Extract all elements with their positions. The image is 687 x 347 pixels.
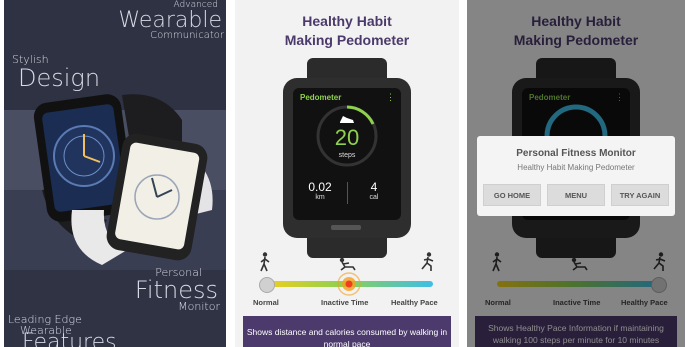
promo-text-features: Features (22, 330, 117, 347)
promo-text-monitor: Monitor (178, 300, 220, 313)
steps-value: 20 (334, 125, 360, 150)
dialog-buttons: GO HOME MENU TRY AGAIN (483, 184, 669, 206)
dialog-title: Personal Fitness Monitor (516, 148, 636, 159)
promo-panel: Advanced Wearable Communicator Stylish D… (4, 0, 226, 347)
running-person-icon (421, 252, 434, 271)
promo-text-communicator: Communicator (150, 30, 224, 41)
fitness-monitor-dialog: Personal Fitness Monitor Healthy Habit M… (477, 136, 675, 216)
description-box: Shows distance and calories consumed by … (243, 316, 451, 347)
dialog-subtitle: Healthy Habit Making Pedometer (517, 163, 635, 172)
steps-label: steps (338, 152, 356, 159)
app-screen-dialog: Healthy Habit Making Pedometer Pedometer… (467, 0, 685, 347)
menu-button[interactable]: MENU (547, 184, 605, 206)
distance-value: 0.02 (308, 180, 332, 194)
app-screen: Healthy Habit Making Pedometer Pedometer… (235, 0, 459, 347)
distance-stat: 0.02 km (293, 180, 347, 201)
normal-knob (259, 277, 275, 293)
distance-unit: km (315, 194, 325, 201)
label-healthy-pace: Healthy Pace (391, 298, 438, 307)
sitting-person-icon (339, 257, 356, 271)
walking-person-icon (260, 252, 270, 272)
watch-body: Pedometer ⋮ 20 steps 0.02 km 4 cal (283, 78, 411, 238)
watch-screen: Pedometer ⋮ 20 steps 0.02 km 4 cal (293, 88, 401, 220)
calories-stat: 4 cal (347, 180, 401, 201)
watch-display: Pedometer ⋮ 20 steps 0.02 km 4 cal (283, 58, 411, 258)
label-inactive-time: Inactive Time (321, 298, 369, 307)
go-home-button[interactable]: GO HOME (483, 184, 541, 206)
description-text: Shows distance and calories consumed by … (246, 327, 448, 347)
label-normal: Normal (253, 298, 279, 307)
gear-watches-image (33, 94, 213, 265)
shoe-icon (340, 116, 354, 123)
calories-unit: cal (369, 194, 379, 201)
activity-figures (235, 252, 459, 274)
calories-value: 4 (370, 180, 378, 194)
inactive-indicator (337, 272, 361, 296)
app-title-line2: Making Pedometer (284, 32, 410, 48)
app-title: Healthy Habit Making Pedometer (235, 12, 459, 50)
watch-home-button (331, 225, 361, 230)
app-title-line1: Healthy Habit (302, 13, 392, 29)
try-again-button[interactable]: TRY AGAIN (611, 184, 669, 206)
menu-dots-icon[interactable]: ⋮ (386, 92, 395, 103)
screen-title: Pedometer (300, 93, 342, 102)
